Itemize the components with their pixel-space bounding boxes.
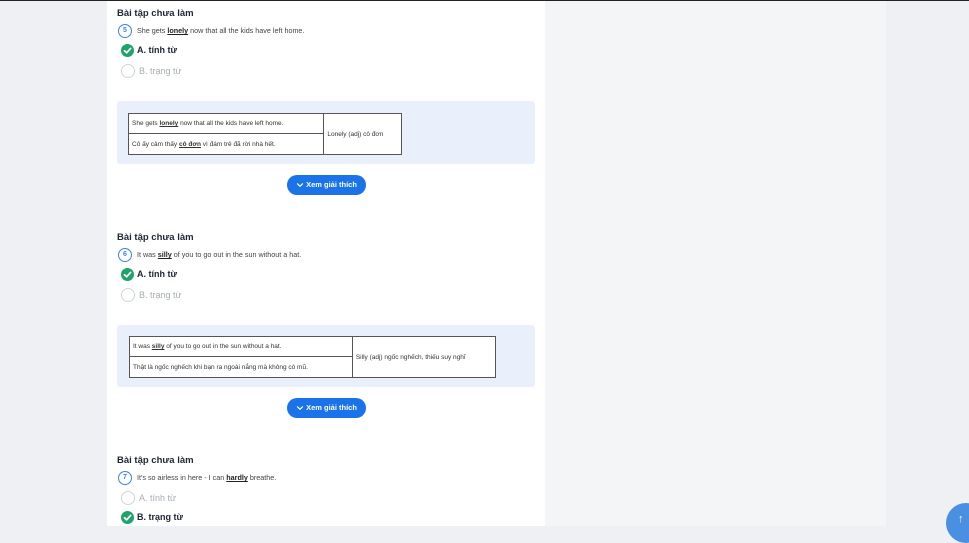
option-b-label[interactable]: B. trạng từ (139, 290, 182, 300)
question-number-badge: 7 (118, 471, 132, 485)
chevron-down-icon (296, 183, 304, 188)
option-b-label[interactable]: B. trạng từ (139, 66, 182, 76)
translation-table: She gets lonely now that all the kids ha… (127, 113, 402, 155)
check-icon (123, 47, 132, 54)
definition-cell: Lonely (adj) cô đơn (323, 113, 402, 155)
arrow-up-icon: ↑ (958, 513, 964, 525)
key-word: silly (157, 250, 172, 259)
question-text: She gets lonely now that all the kids ha… (137, 26, 305, 35)
key-word: lonely (167, 26, 189, 35)
key-word: hardly (226, 473, 248, 482)
option-a-label[interactable]: A. tính từ (139, 493, 176, 503)
vietnamese-sentence-cell: Thật là ngốc nghếch khi bạn ra ngoài nắn… (129, 356, 353, 378)
option-b-radio[interactable] (121, 64, 135, 78)
question-status: Bài tập chưa làm (117, 455, 194, 466)
check-icon (123, 271, 132, 278)
question-text: It's so airless in here - I can hardly b… (137, 473, 277, 482)
option-a-label[interactable]: A. tính từ (137, 269, 177, 279)
english-sentence-cell: She gets lonely now that all the kids ha… (127, 113, 325, 134)
scroll-to-top-button[interactable]: ↑ (946, 503, 969, 543)
translation-table: It was silly of you to go out in the sun… (129, 336, 497, 378)
option-a-radio[interactable] (121, 44, 134, 57)
show-explanation-button[interactable]: Xem giải thích (287, 398, 366, 418)
option-a-label[interactable]: A. tính từ (137, 45, 177, 55)
vietnamese-sentence-cell: Cô ấy cảm thấy cô đơn vì đám trẻ đã rời … (127, 133, 325, 155)
exercise-column (107, 1, 545, 526)
show-explanation-button[interactable]: Xem giải thích (287, 175, 366, 195)
question-status: Bài tập chưa làm (117, 8, 194, 19)
definition-cell: Silly (adj) ngốc nghếch, thiếu suy nghĩ (351, 336, 497, 378)
option-b-label[interactable]: B. trạng từ (137, 512, 183, 522)
english-sentence-cell: It was silly of you to go out in the sun… (129, 336, 353, 357)
chevron-down-icon (296, 406, 304, 411)
question-number-badge: 6 (118, 248, 132, 262)
option-b-radio[interactable] (121, 288, 135, 302)
question-text: It was silly of you to go out in the sun… (137, 250, 302, 259)
option-a-radio[interactable] (121, 491, 135, 505)
question-status: Bài tập chưa làm (117, 232, 194, 243)
option-a-radio[interactable] (121, 268, 134, 281)
option-b-radio[interactable] (121, 511, 134, 524)
question-number-badge: 5 (118, 24, 132, 38)
right-sidebar (545, 1, 886, 526)
check-icon (123, 514, 132, 521)
